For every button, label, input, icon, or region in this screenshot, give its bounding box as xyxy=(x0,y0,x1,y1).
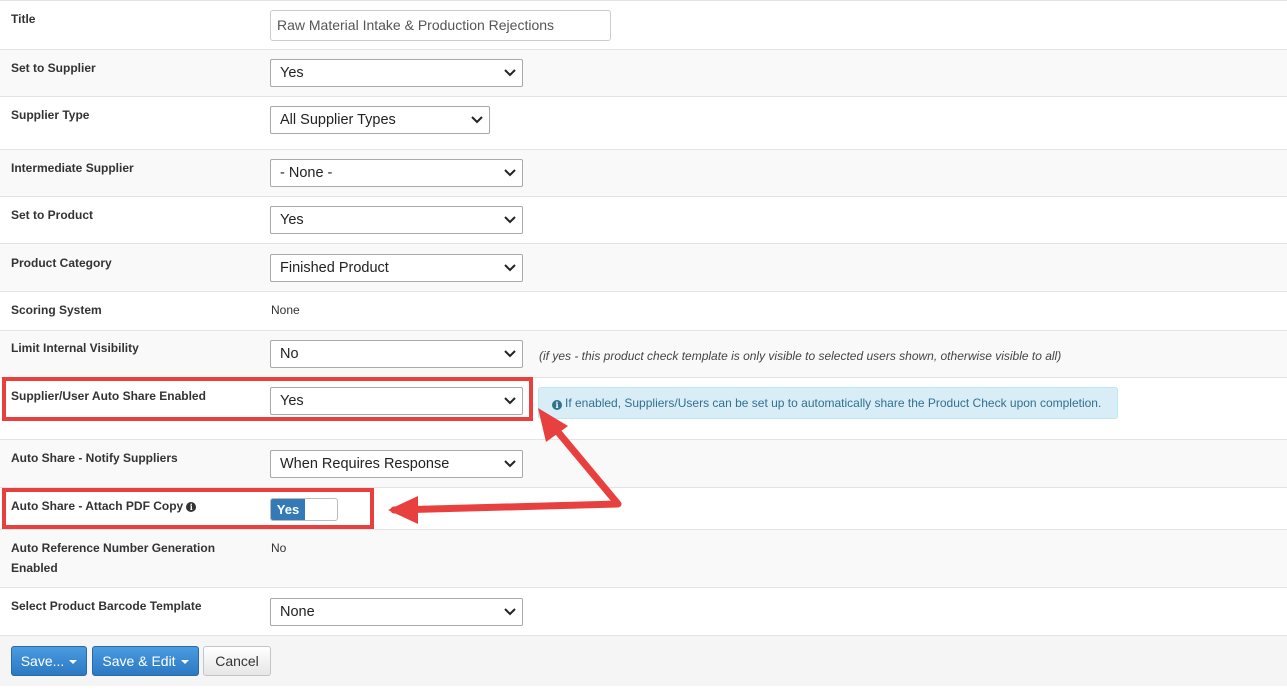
row-scoring-system: Scoring System None xyxy=(0,291,1287,331)
intermediate-supplier-value: - None - xyxy=(280,165,333,181)
save-and-edit-button[interactable]: Save & Edit xyxy=(92,646,199,676)
auto-share-info-alert: i If enabled, Suppliers/Users can be set … xyxy=(538,387,1118,419)
row-notify-suppliers: Auto Share - Notify Suppliers When Requi… xyxy=(0,439,1287,488)
supplier-type-select[interactable]: All Supplier Types xyxy=(270,106,490,134)
auto-reference-value: No xyxy=(271,541,287,555)
barcode-template-select[interactable]: None xyxy=(270,598,523,626)
label-product-category: Product Category xyxy=(11,256,112,270)
label-auto-reference: Auto Reference Number Generation Enabled xyxy=(11,541,216,575)
chevron-down-icon xyxy=(471,116,483,124)
row-supplier-type: Supplier Type All Supplier Types xyxy=(0,96,1287,150)
set-to-supplier-value: Yes xyxy=(280,65,304,81)
notify-suppliers-value: When Requires Response xyxy=(280,456,450,472)
row-limit-internal-visibility: Limit Internal Visibility No (if yes - t… xyxy=(0,330,1287,378)
row-title: Title Raw Material Intake & Production R… xyxy=(0,0,1287,50)
row-barcode-template: Select Product Barcode Template None xyxy=(0,587,1287,636)
chevron-down-icon xyxy=(504,460,516,468)
set-to-product-select[interactable]: Yes xyxy=(270,206,523,234)
save-edit-label: Save & Edit xyxy=(102,653,176,669)
chevron-down-icon xyxy=(504,169,516,177)
supplier-type-value: All Supplier Types xyxy=(280,112,396,128)
row-product-category: Product Category Finished Product xyxy=(0,243,1287,292)
highlight-box-auto-share xyxy=(2,377,533,421)
label-limit-internal-visibility: Limit Internal Visibility xyxy=(11,341,139,355)
barcode-template-value: None xyxy=(280,604,315,620)
chevron-down-icon xyxy=(504,264,516,272)
label-supplier-type: Supplier Type xyxy=(11,108,90,122)
cancel-button[interactable]: Cancel xyxy=(203,646,271,676)
limit-internal-visibility-value: No xyxy=(280,346,299,362)
title-input[interactable]: Raw Material Intake & Production Rejecti… xyxy=(270,10,611,41)
product-category-value: Finished Product xyxy=(280,260,389,276)
label-barcode-template: Select Product Barcode Template xyxy=(11,599,202,613)
row-intermediate-supplier: Intermediate Supplier - None - xyxy=(0,149,1287,197)
scoring-system-value: None xyxy=(271,303,300,317)
form-footer: Save... Save & Edit Cancel xyxy=(0,635,1287,686)
notify-suppliers-select[interactable]: When Requires Response xyxy=(270,450,523,478)
save-label: Save... xyxy=(20,653,65,669)
label-intermediate-supplier: Intermediate Supplier xyxy=(11,161,134,175)
caret-down-icon xyxy=(69,660,78,664)
product-category-select[interactable]: Finished Product xyxy=(270,254,523,282)
highlight-box-attach-pdf xyxy=(2,488,374,529)
visibility-hint: (if yes - this product check template is… xyxy=(539,349,1062,363)
info-circle-icon: i xyxy=(552,400,562,410)
chevron-down-icon xyxy=(504,69,516,77)
label-scoring-system: Scoring System xyxy=(11,303,102,317)
row-auto-reference: Auto Reference Number Generation Enabled… xyxy=(0,529,1287,588)
label-notify-suppliers: Auto Share - Notify Suppliers xyxy=(11,451,178,465)
save-button[interactable]: Save... xyxy=(11,646,87,676)
chevron-down-icon xyxy=(504,608,516,616)
set-to-product-value: Yes xyxy=(280,212,304,228)
label-set-to-product: Set to Product xyxy=(11,208,94,222)
row-set-to-supplier: Set to Supplier Yes xyxy=(0,49,1287,97)
chevron-down-icon xyxy=(504,350,516,358)
set-to-supplier-select[interactable]: Yes xyxy=(270,59,523,87)
label-title: Title xyxy=(11,12,36,26)
label-set-to-supplier: Set to Supplier xyxy=(11,61,96,75)
caret-down-icon xyxy=(180,660,189,664)
chevron-down-icon xyxy=(504,216,516,224)
limit-internal-visibility-select[interactable]: No xyxy=(270,340,523,368)
intermediate-supplier-select[interactable]: - None - xyxy=(270,159,523,187)
row-set-to-product: Set to Product Yes xyxy=(0,196,1287,244)
auto-share-alert-text: If enabled, Suppliers/Users can be set u… xyxy=(565,396,1102,410)
